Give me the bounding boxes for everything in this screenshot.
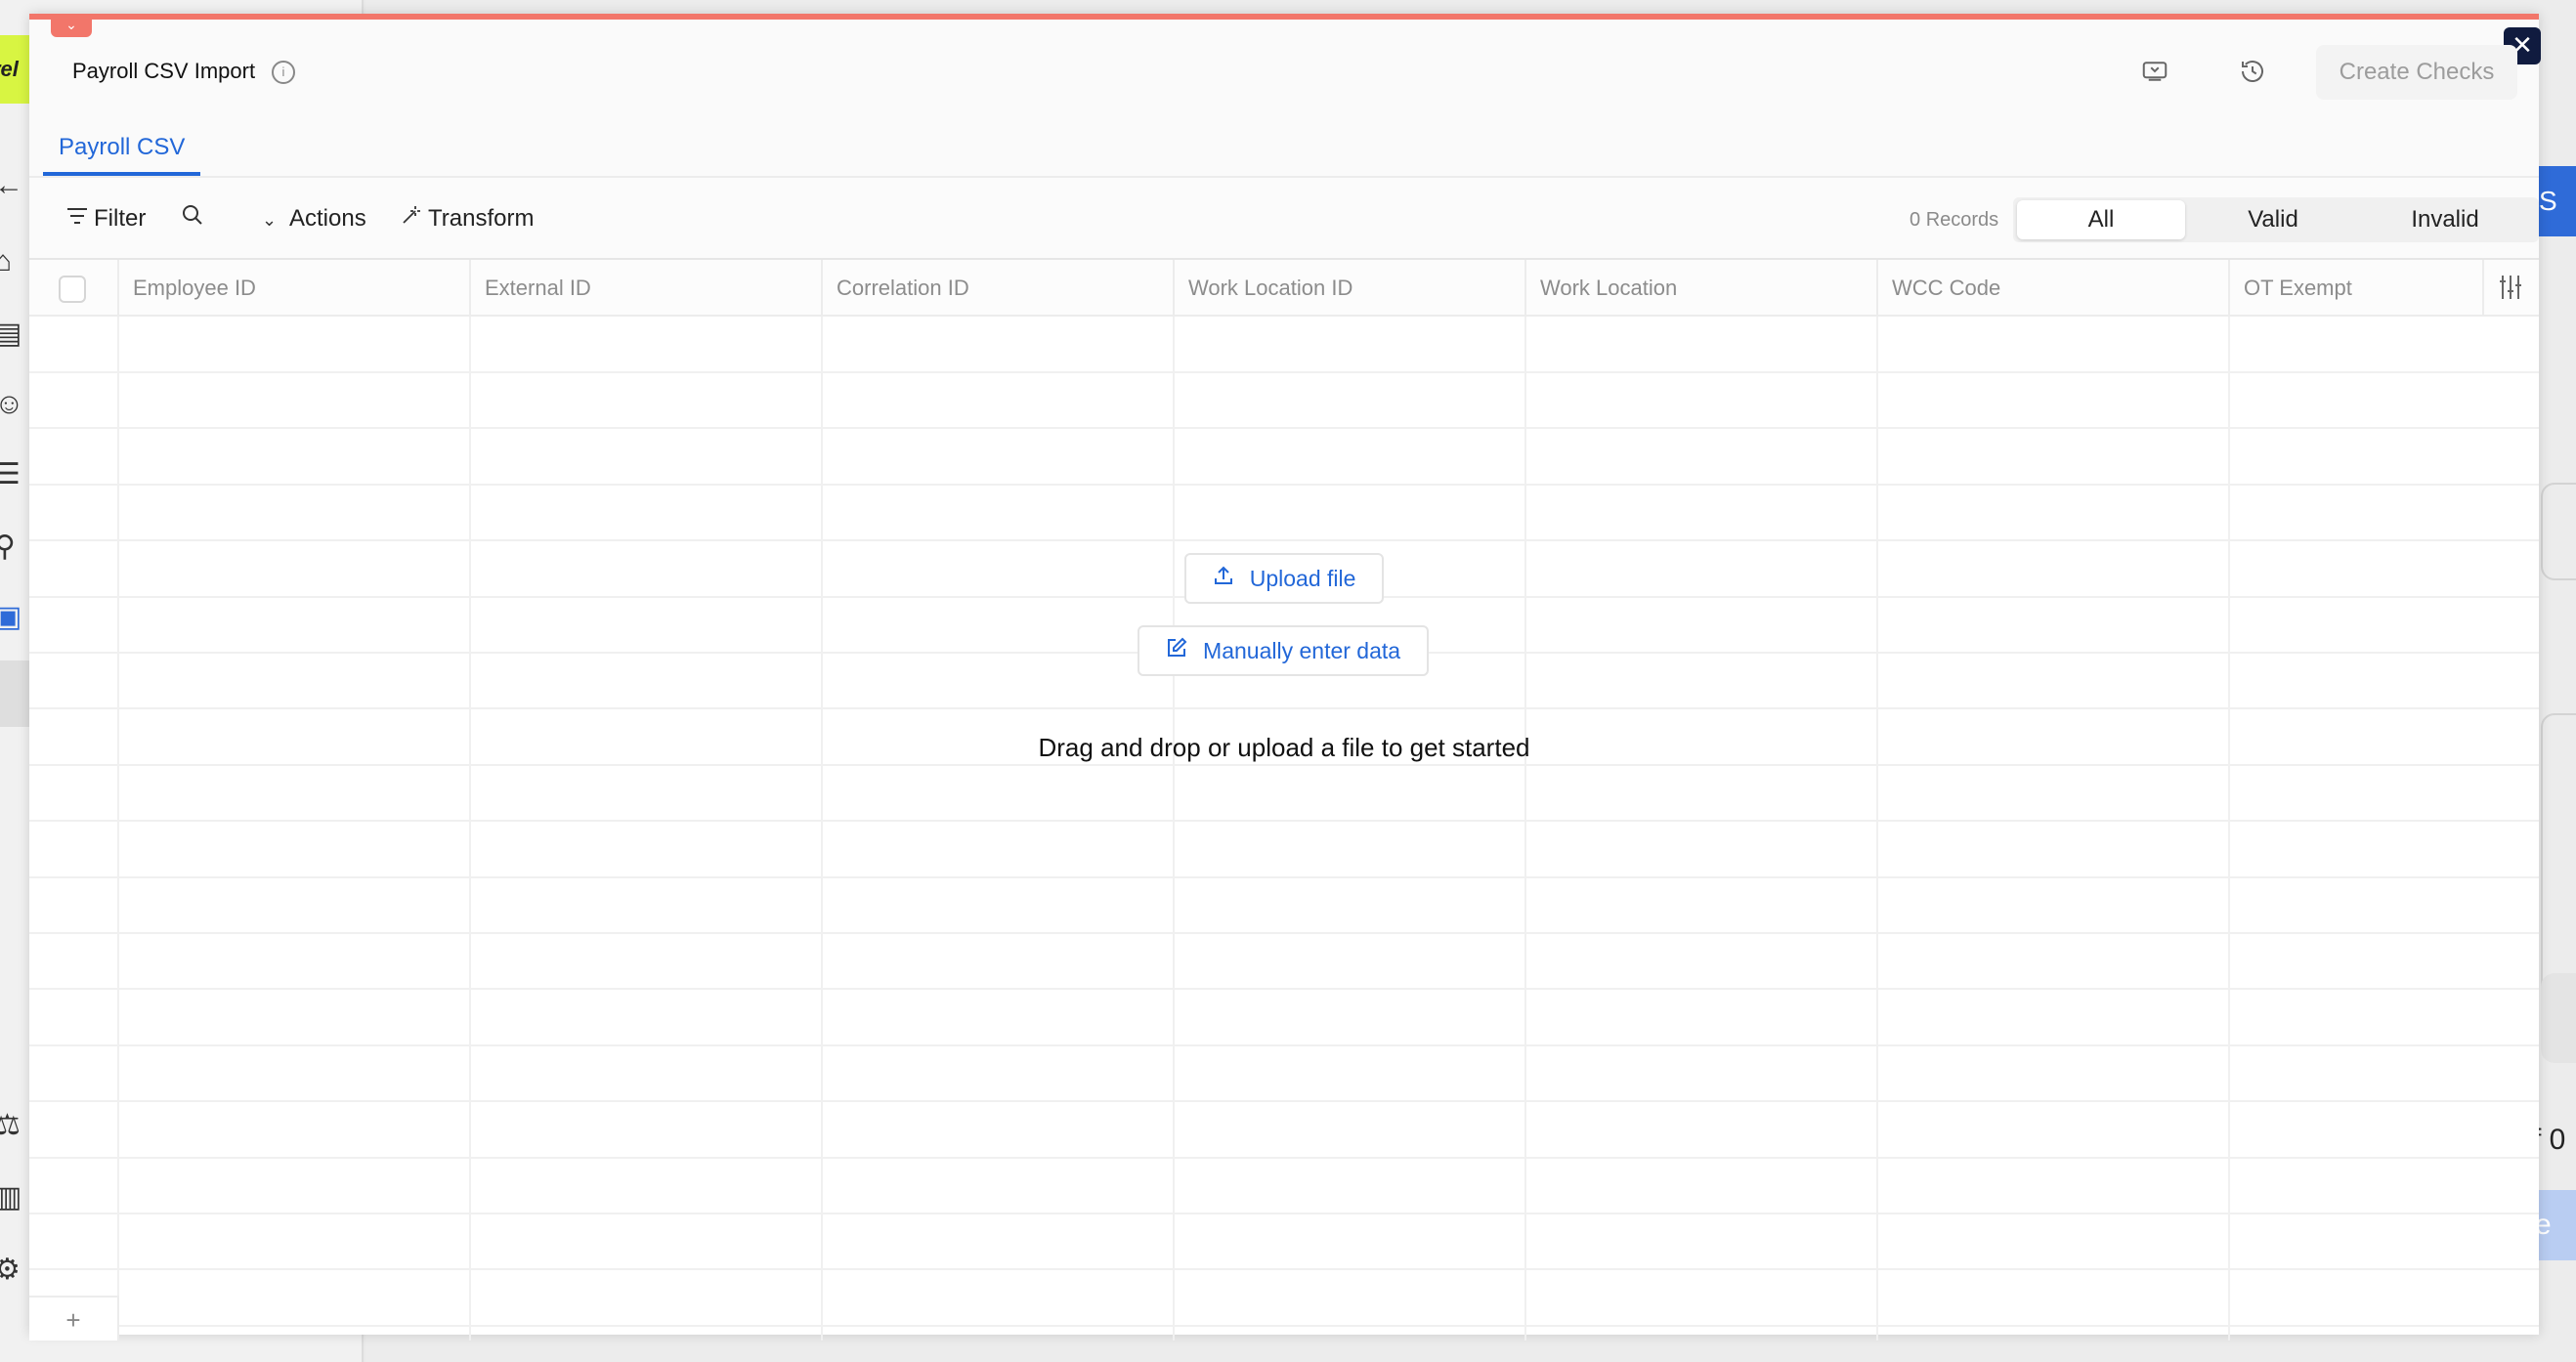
home-icon: ⌂ [0,245,13,277]
column-settings-icon[interactable] [2498,274,2523,308]
payroll-import-modal: ⌄ ✕ Payroll CSV Import i Create Checks P… [29,14,2541,1341]
magic-wand-icon [401,201,428,236]
people-icon: ☺ [0,388,24,420]
add-row-button[interactable]: + [29,1296,119,1341]
grid-line [29,988,2539,990]
upload-file-button[interactable]: Upload file [1184,553,1384,604]
preview-icon[interactable] [2138,57,2171,90]
grid-line [29,539,2539,541]
grid-line [469,317,471,1341]
filter-button[interactable]: Filter [66,201,146,236]
toolbar: Filter ⌄ Actions Transform 0 Records All … [29,178,2539,260]
search-icon [182,201,209,236]
location-pin-icon: ⚲ [0,531,16,563]
info-icon[interactable]: i [272,61,295,84]
grid-line [29,371,2539,373]
settings-icon: ⚙ [0,1254,21,1286]
record-filter-segmented-control: All Valid Invalid [2013,197,2539,242]
column-header[interactable]: Work Location ID [1175,260,1526,317]
edit-icon [1166,637,1193,663]
modal-header [29,20,2539,176]
report-icon: ▥ [0,1181,22,1213]
records-count: 0 Records [1910,209,1998,232]
grid-line [821,317,823,1341]
grid-line [2228,317,2230,1341]
grid-line [29,1213,2539,1214]
actions-button[interactable]: ⌄ Actions [262,201,366,236]
grid-line [29,1325,2539,1327]
column-header[interactable]: WCC Code [1878,260,2230,317]
segment-all[interactable]: All [2017,200,2185,239]
grid-line [29,1157,2539,1159]
grid-line [29,484,2539,486]
chevron-down-icon: ⌄ [262,210,278,230]
column-header[interactable]: Employee ID [119,260,471,317]
grid-line [29,876,2539,878]
table-header-row: Employee ID External ID Correlation ID W… [29,260,2539,317]
upload-icon [1213,566,1240,591]
modal-title: Payroll CSV Import [72,59,256,83]
select-all-checkbox[interactable] [59,276,86,303]
grid-line [117,317,119,1341]
search-button[interactable] [182,201,209,236]
actions-label: Actions [289,205,366,232]
column-header[interactable]: Correlation ID [823,260,1175,317]
building-icon: ▤ [0,318,22,350]
collapse-chevron-icon[interactable]: ⌄ [51,14,92,37]
back-arrow-icon: ← [0,169,23,201]
records-number: 0 [1910,209,1921,231]
transform-button[interactable]: Transform [401,201,534,236]
grid-line [1876,317,1878,1341]
empty-state-message: Drag and drop or upload a file to get st… [1038,733,1530,762]
grid-line [29,932,2539,934]
segment-valid[interactable]: Valid [2189,200,2357,239]
filter-icon [66,201,94,236]
grid-line [29,1044,2539,1046]
history-icon[interactable] [2236,57,2269,90]
background-card [2541,973,2576,1063]
grid-line [1173,317,1175,1341]
grid-line [29,427,2539,429]
grid-line [29,820,2539,822]
payroll-icon: ▣ [0,601,22,633]
grid-line [29,707,2539,709]
column-header[interactable]: Work Location [1526,260,1878,317]
segment-invalid[interactable]: Invalid [2361,200,2529,239]
records-label: Records [1925,209,1999,231]
list-icon: ☰ [0,458,21,490]
manually-enter-data-label: Manually enter data [1203,638,1401,663]
balance-icon: ⚖ [0,1109,21,1141]
grid-line [1524,317,1526,1341]
upload-file-label: Upload file [1249,566,1356,591]
manually-enter-data-button[interactable]: Manually enter data [1138,625,1429,676]
create-checks-button[interactable]: Create Checks [2316,45,2517,100]
transform-label: Transform [428,205,535,232]
column-header[interactable]: OT Exempt [2230,260,2484,317]
grid-line [29,764,2539,766]
column-header[interactable]: External ID [471,260,823,317]
background-card [2541,483,2576,580]
tab-payroll-csv[interactable]: Payroll CSV [43,125,201,176]
data-grid: Employee ID External ID Correlation ID W… [29,260,2539,1341]
select-all-cell [29,260,119,317]
grid-line [29,1100,2539,1102]
filter-label: Filter [94,205,147,232]
grid-line [29,1268,2539,1270]
